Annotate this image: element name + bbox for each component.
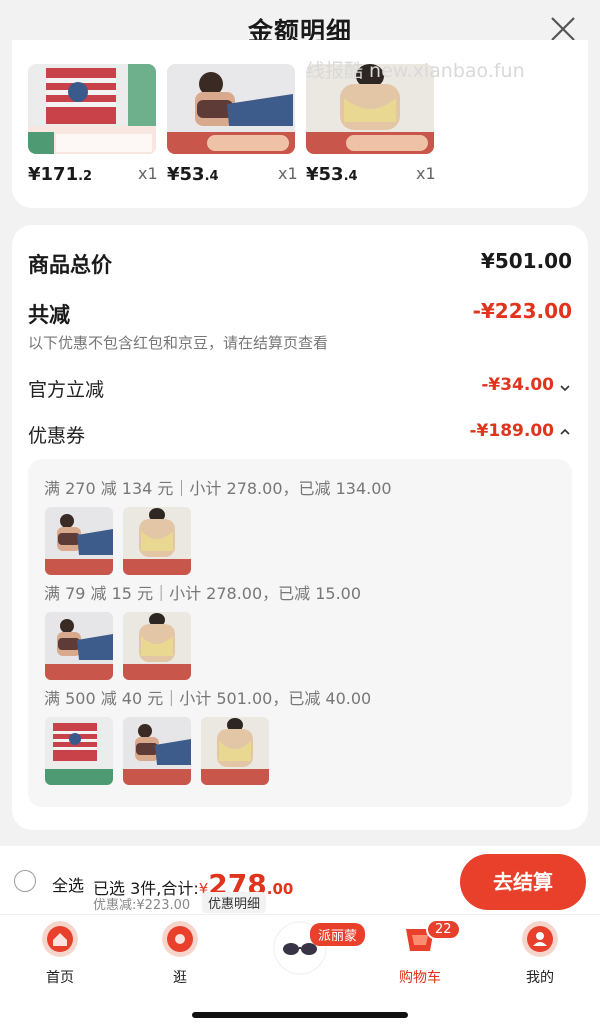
checkout-bar: 全选 已选 3件,合计:¥278.00 优惠减:¥223.00 优惠明细 去结算: [0, 846, 600, 914]
chevron-down-icon[interactable]: [558, 381, 572, 395]
coupon-group-title: 满 270 减 134 元｜小计 278.00，已减 134.00: [44, 479, 392, 498]
tab-label: 逛: [173, 970, 187, 986]
browse-icon: [162, 921, 198, 957]
bra-beige-thumb[interactable]: [201, 717, 269, 785]
total-value: ¥501.00: [480, 249, 572, 273]
tab-profile[interactable]: 我的: [500, 921, 580, 987]
discount-detail-button[interactable]: 优惠明细: [202, 892, 267, 913]
home-icon: [42, 921, 78, 957]
brand-pill[interactable]: 派丽蒙: [310, 923, 366, 946]
sweater-thumb[interactable]: [45, 717, 113, 785]
price-detail-card: 商品总价 ¥501.00 共减 -¥223.00 以下优惠不包含红包和京豆，请在…: [12, 225, 588, 830]
product-qty: x1: [416, 164, 436, 183]
coupon-breakdown: 满 270 减 134 元｜小计 278.00，已减 134.00 满 79 减…: [28, 459, 572, 807]
reduce-value: -¥223.00: [472, 299, 572, 323]
bra-beige-thumb[interactable]: [123, 507, 191, 575]
profile-icon: [522, 921, 558, 957]
bra-brown-thumb[interactable]: [45, 507, 113, 575]
official-discount-label: 官方立减: [28, 379, 105, 401]
reduce-label: 共减: [28, 303, 70, 327]
tab-label: 购物车: [399, 970, 441, 986]
product-price: ¥171.2: [28, 164, 93, 185]
tab-label: 首页: [46, 970, 74, 986]
coupon-group-title: 满 79 减 15 元｜小计 278.00，已减 15.00: [44, 584, 362, 603]
coupon-value: -¥189.00: [469, 421, 555, 441]
chevron-up-icon[interactable]: [558, 425, 572, 439]
select-all-label[interactable]: 全选: [52, 872, 84, 896]
tab-label: 我的: [526, 970, 554, 986]
official-discount-value: -¥34.00: [481, 375, 554, 395]
tab-cart[interactable]: 22 购物车: [380, 919, 461, 987]
product-price: ¥53.4: [167, 164, 219, 185]
product-price: ¥53.4: [306, 164, 358, 185]
product-qty: x1: [138, 164, 158, 183]
reduce-note: 以下优惠不包含红包和京豆，请在结算页查看: [28, 334, 329, 352]
select-all-radio[interactable]: [14, 870, 36, 892]
tab-browse[interactable]: 逛: [140, 921, 220, 987]
coupon-label: 优惠券: [28, 425, 86, 447]
bra-beige-thumb[interactable]: [123, 612, 191, 680]
product-image-bra-brown[interactable]: [167, 64, 295, 154]
bra-brown-thumb[interactable]: [123, 717, 191, 785]
product-image-sweater[interactable]: [28, 64, 156, 154]
home-indicator: [192, 1012, 408, 1018]
checkout-button[interactable]: 去结算: [460, 854, 586, 910]
total-label: 商品总价: [28, 253, 112, 277]
tab-home[interactable]: 首页: [20, 921, 100, 987]
bra-brown-thumb[interactable]: [45, 612, 113, 680]
watermark: 线报酷 new.xianbao.fun: [306, 60, 525, 82]
total-decimal: .00: [266, 880, 294, 898]
discount-text: 优惠减:¥223.00: [93, 898, 191, 913]
product-qty: x1: [278, 164, 298, 183]
cart-count-badge: 22: [426, 919, 461, 940]
coupon-group-title: 满 500 减 40 元｜小计 501.00，已减 40.00: [44, 689, 372, 708]
